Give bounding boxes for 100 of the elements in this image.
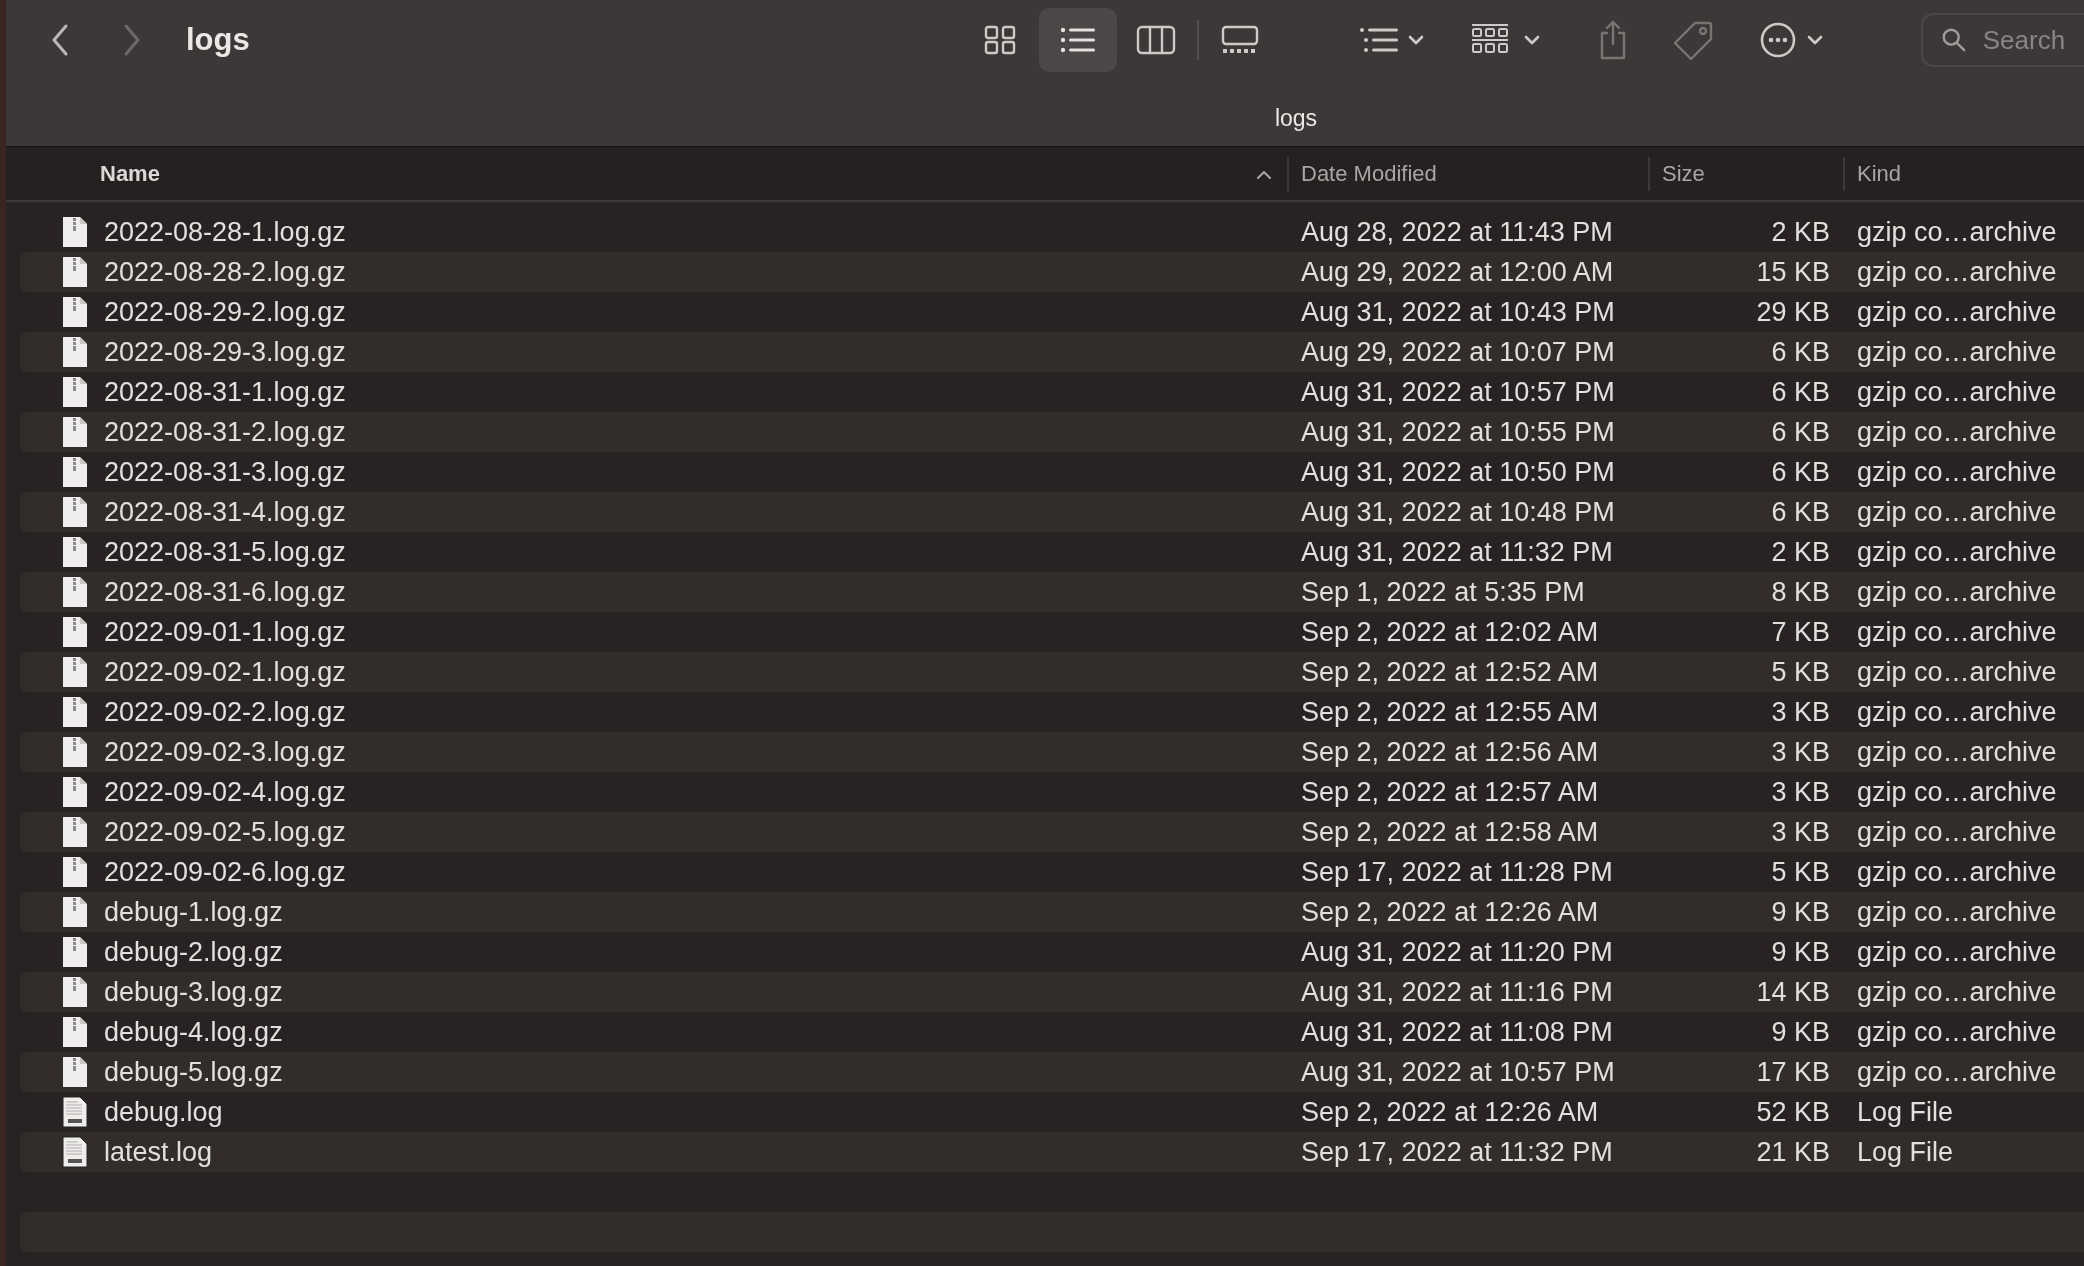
archive-file-icon	[62, 776, 88, 808]
file-name[interactable]: 2022-08-28-1.log.gz	[104, 216, 346, 248]
file-name[interactable]: debug-5.log.gz	[104, 1056, 283, 1088]
file-size: 2 KB	[1771, 536, 1830, 567]
file-size: 3 KB	[1771, 736, 1830, 767]
file-kind: gzip co…archive	[1857, 576, 2057, 607]
archive-file-icon	[62, 576, 88, 608]
file-name[interactable]: 2022-08-31-5.log.gz	[104, 536, 346, 568]
date-modified: Sep 1, 2022 at 5:35 PM	[1301, 576, 1585, 607]
file-name[interactable]: debug-3.log.gz	[104, 976, 283, 1008]
grid-icon	[982, 25, 1017, 55]
date-modified: Aug 31, 2022 at 11:32 PM	[1301, 536, 1613, 567]
file-name[interactable]: debug-1.log.gz	[104, 896, 283, 928]
file-name[interactable]: 2022-08-31-6.log.gz	[104, 576, 346, 608]
date-modified: Aug 31, 2022 at 11:20 PM	[1301, 936, 1613, 967]
file-size: 2 KB	[1771, 216, 1830, 247]
file-kind: gzip co…archive	[1857, 816, 2057, 847]
date-modified: Sep 2, 2022 at 12:57 AM	[1301, 776, 1599, 807]
file-kind: gzip co…archive	[1857, 896, 2057, 927]
file-kind: gzip co…archive	[1857, 976, 2057, 1007]
archive-file-icon	[62, 416, 88, 448]
file-name[interactable]: 2022-09-02-3.log.gz	[104, 736, 346, 768]
archive-file-icon	[62, 616, 88, 648]
file-size: 5 KB	[1771, 856, 1830, 887]
search-icon	[1940, 27, 1967, 53]
file-size: 3 KB	[1771, 696, 1830, 727]
date-modified: Sep 2, 2022 at 12:26 AM	[1301, 896, 1599, 927]
date-modified: Aug 31, 2022 at 11:16 PM	[1301, 976, 1613, 1007]
file-size: 8 KB	[1771, 576, 1830, 607]
file-kind: gzip co…archive	[1857, 616, 2057, 647]
file-size: 6 KB	[1771, 416, 1830, 447]
file-size: 14 KB	[1756, 976, 1830, 1007]
window-title: logs	[186, 22, 250, 58]
folder-title: logs	[1273, 104, 1319, 132]
log-file-icon	[62, 1096, 88, 1128]
file-kind: gzip co…archive	[1857, 656, 2057, 687]
file-kind: Log File	[1857, 1096, 1954, 1127]
gallery-icon	[1219, 25, 1260, 55]
file-kind: gzip co…archive	[1857, 336, 2057, 367]
columns-icon	[1135, 25, 1176, 55]
date-modified: Sep 2, 2022 at 12:56 AM	[1301, 736, 1599, 767]
file-name[interactable]: 2022-08-31-3.log.gz	[104, 456, 346, 488]
file-size: 6 KB	[1771, 456, 1830, 487]
file-name[interactable]: 2022-08-31-4.log.gz	[104, 496, 346, 528]
archive-file-icon	[62, 976, 88, 1008]
date-modified: Aug 31, 2022 at 10:43 PM	[1301, 296, 1615, 327]
file-name[interactable]: 2022-09-02-1.log.gz	[104, 656, 346, 688]
file-name[interactable]: 2022-08-28-2.log.gz	[104, 256, 346, 288]
file-name[interactable]: 2022-08-31-2.log.gz	[104, 416, 346, 448]
tag-icon[interactable]	[1672, 19, 1715, 61]
date-modified: Aug 31, 2022 at 11:08 PM	[1301, 1016, 1613, 1047]
file-size: 6 KB	[1771, 376, 1830, 407]
list-view-button[interactable]	[1038, 8, 1117, 72]
archive-file-icon	[62, 696, 88, 728]
file-name[interactable]: 2022-09-02-4.log.gz	[104, 776, 346, 808]
file-name[interactable]: debug-2.log.gz	[104, 936, 283, 968]
search-field[interactable]: Search	[1920, 13, 2084, 67]
file-kind: gzip co…archive	[1857, 416, 2057, 447]
file-name[interactable]: 2022-08-31-1.log.gz	[104, 376, 346, 408]
file-name[interactable]: 2022-08-29-3.log.gz	[104, 336, 346, 368]
file-name[interactable]: 2022-09-02-6.log.gz	[104, 856, 346, 888]
date-modified: Sep 2, 2022 at 12:58 AM	[1301, 816, 1599, 847]
file-name[interactable]: 2022-09-02-2.log.gz	[104, 696, 346, 728]
file-size: 9 KB	[1771, 936, 1830, 967]
column-header[interactable]: Date Modified	[1301, 160, 1437, 187]
archive-file-icon	[62, 456, 88, 488]
file-kind: gzip co…archive	[1857, 696, 2057, 727]
archive-file-icon	[62, 376, 88, 408]
file-name[interactable]: 2022-09-02-5.log.gz	[104, 816, 346, 848]
back-icon[interactable]	[50, 23, 70, 57]
file-size: 5 KB	[1771, 656, 1830, 687]
file-kind: gzip co…archive	[1857, 1056, 2057, 1087]
file-name[interactable]: 2022-08-29-2.log.gz	[104, 296, 346, 328]
date-modified: Sep 2, 2022 at 12:55 AM	[1301, 696, 1599, 727]
archive-file-icon	[62, 1056, 88, 1088]
archive-file-icon	[62, 296, 88, 328]
file-kind: gzip co…archive	[1857, 256, 2057, 287]
archive-file-icon	[62, 496, 88, 528]
archive-file-icon	[62, 216, 88, 248]
file-name[interactable]: latest.log	[104, 1136, 213, 1168]
date-modified: Aug 28, 2022 at 11:43 PM	[1301, 216, 1613, 247]
file-name[interactable]: debug-4.log.gz	[104, 1016, 283, 1048]
file-name[interactable]: 2022-09-01-1.log.gz	[104, 616, 346, 648]
column-header[interactable]: Name	[100, 160, 160, 187]
column-header[interactable]: Size	[1662, 160, 1705, 187]
file-kind: gzip co…archive	[1857, 856, 2057, 887]
archive-file-icon	[62, 256, 88, 288]
file-kind: gzip co…archive	[1857, 376, 2057, 407]
column-header[interactable]: Kind	[1857, 160, 1902, 187]
file-size: 6 KB	[1771, 496, 1830, 527]
file-kind: Log File	[1857, 1136, 1954, 1167]
file-size: 21 KB	[1756, 1136, 1830, 1167]
file-size: 9 KB	[1771, 896, 1830, 927]
file-size: 29 KB	[1756, 296, 1830, 327]
archive-file-icon	[62, 896, 88, 928]
date-modified: Aug 31, 2022 at 10:57 PM	[1301, 1056, 1615, 1087]
file-size: 6 KB	[1771, 336, 1830, 367]
file-size: 52 KB	[1756, 1096, 1830, 1127]
date-modified: Aug 29, 2022 at 10:07 PM	[1301, 336, 1615, 367]
file-name[interactable]: debug.log	[104, 1096, 223, 1128]
